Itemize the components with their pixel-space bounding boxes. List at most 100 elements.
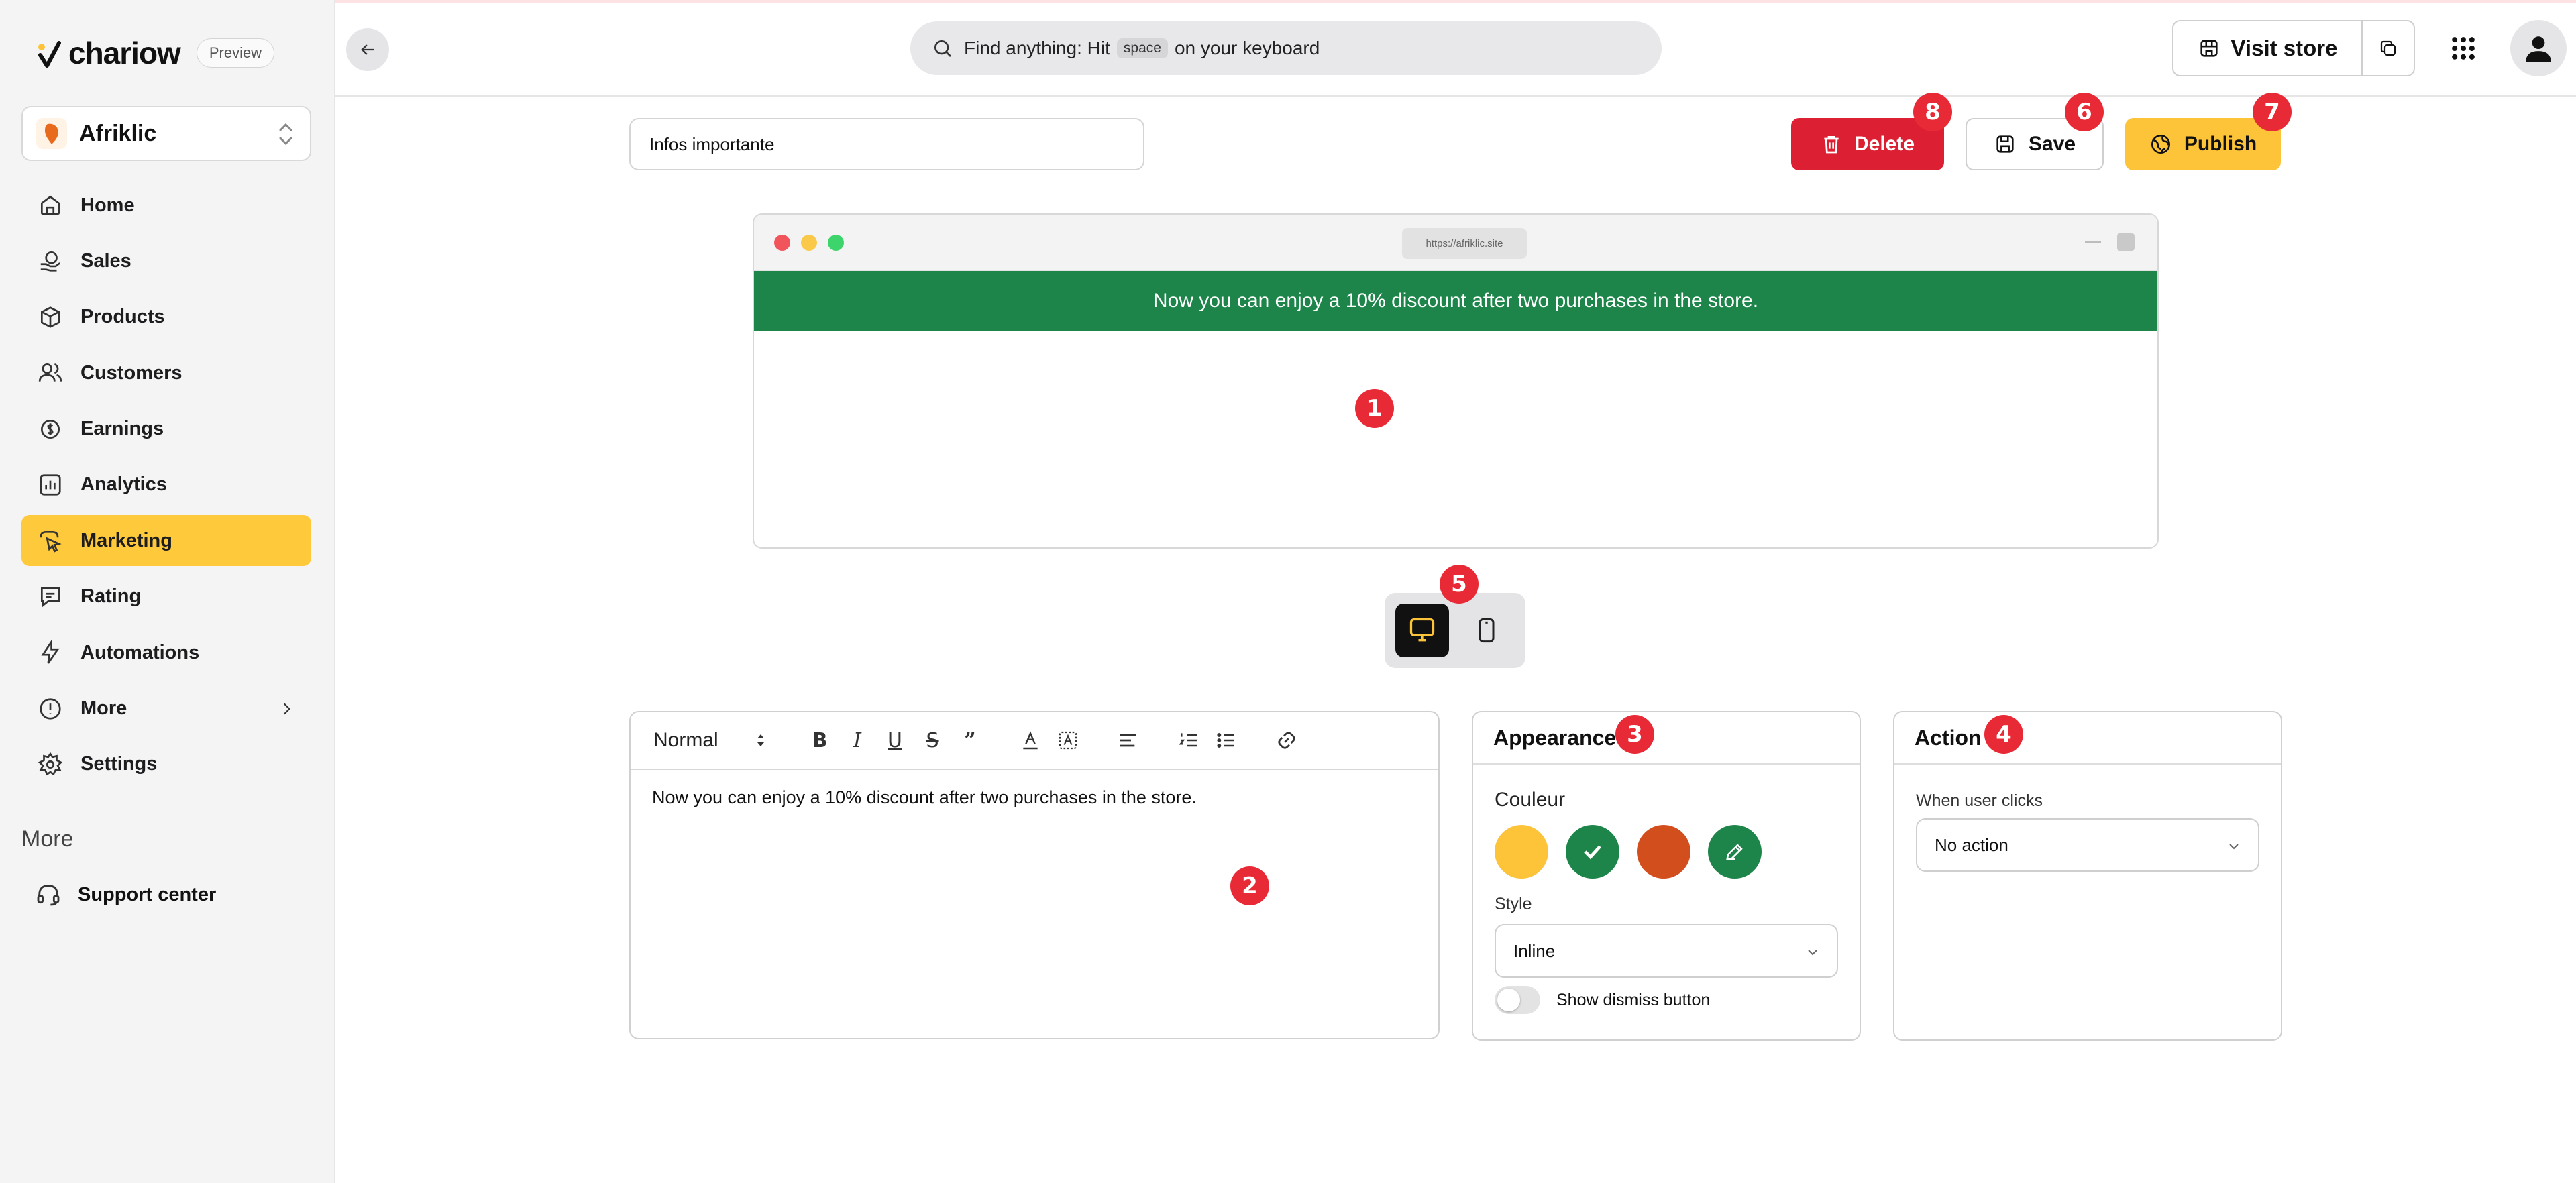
- preview-browser-bar: https://afriklic.site: [754, 215, 2157, 271]
- appearance-title: Appearance: [1473, 712, 1860, 765]
- desktop-icon: [1409, 618, 1435, 642]
- style-select[interactable]: Inline: [1495, 924, 1838, 978]
- chevron-down-icon: [2229, 844, 2239, 850]
- color-swatch-green-selected[interactable]: [1566, 825, 1619, 879]
- text-color-icon: [1023, 731, 1038, 750]
- sidebar-item-label: Home: [80, 194, 135, 216]
- brand-logo[interactable]: chariow Preview: [36, 35, 275, 71]
- lightning-icon: [41, 640, 60, 664]
- chevron-up-down-icon: [757, 734, 764, 746]
- sidebar-item-home[interactable]: Home: [21, 180, 311, 231]
- sidebar-item-label: Settings: [80, 753, 158, 775]
- search-bar[interactable]: Find anything: Hit space on your keyboar…: [910, 21, 1662, 75]
- search-prefix-text: Find anything: Hit: [964, 38, 1110, 58]
- style-select-value: Inline: [1513, 940, 1556, 961]
- dismiss-label: Show dismiss button: [1556, 990, 1711, 1009]
- link-icon: [1278, 732, 1295, 749]
- highlight-button[interactable]: [1052, 724, 1084, 756]
- store-switcher[interactable]: Afriklic: [21, 106, 311, 161]
- marker-4: 4: [1984, 715, 2023, 754]
- chevron-down-icon: [1808, 950, 1817, 956]
- back-button[interactable]: [346, 28, 389, 71]
- publish-label: Publish: [2184, 133, 2257, 155]
- preview-url: https://afriklic.site: [1402, 228, 1527, 259]
- users-icon: [38, 363, 62, 382]
- text-color-button[interactable]: [1014, 724, 1046, 756]
- support-label: Support center: [78, 883, 217, 905]
- bullet-list-icon: [1217, 733, 1234, 748]
- action-panel: Action When user clicks No action: [1893, 711, 2282, 1041]
- banner-title-input[interactable]: [629, 118, 1144, 170]
- custom-color-button[interactable]: [1708, 825, 1762, 879]
- copy-link-button[interactable]: [2363, 21, 2414, 75]
- sidebar-item-earnings[interactable]: Earnings: [21, 404, 311, 455]
- sidebar: chariow Preview Afriklic Home Sales Prod…: [0, 0, 335, 1183]
- sidebar-item-marketing[interactable]: Marketing: [21, 515, 311, 567]
- sidebar-item-customers[interactable]: Customers: [21, 347, 311, 398]
- home-icon: [40, 195, 60, 215]
- click-action-value: No action: [1935, 834, 2008, 855]
- dismiss-button-toggle[interactable]: [1495, 986, 1540, 1014]
- sidebar-item-more[interactable]: More: [21, 683, 311, 734]
- strikethrough-button[interactable]: S: [916, 724, 949, 756]
- earnings-icon: [40, 419, 60, 439]
- publish-button[interactable]: Publish: [2125, 118, 2281, 170]
- text-format-select[interactable]: Normal: [653, 729, 775, 752]
- sidebar-item-label: Products: [80, 306, 165, 328]
- marker-5: 5: [1440, 565, 1479, 604]
- visit-store-button[interactable]: Visit store: [2174, 21, 2363, 75]
- user-menu-button[interactable]: [2510, 20, 2567, 76]
- space-key-badge: space: [1116, 38, 1168, 58]
- sidebar-item-sales[interactable]: Sales: [21, 235, 311, 286]
- appearance-panel: Appearance Couleur Style Inline Show dis…: [1472, 711, 1861, 1041]
- bold-button[interactable]: B: [804, 724, 836, 756]
- bullet-list-button[interactable]: [1210, 724, 1242, 756]
- ordered-list-button[interactable]: [1173, 724, 1205, 756]
- window-maximize-icon: [2117, 233, 2135, 251]
- chevron-right-icon: [283, 703, 290, 714]
- align-button[interactable]: [1112, 724, 1144, 756]
- sidebar-item-label: Rating: [80, 585, 142, 608]
- user-icon: [2526, 36, 2551, 62]
- apps-grid-button[interactable]: [2449, 34, 2478, 63]
- check-icon: [1584, 845, 1601, 860]
- window-minimize-icon: [2085, 241, 2101, 243]
- link-button[interactable]: [1271, 724, 1303, 756]
- store-avatar: [36, 118, 67, 149]
- sidebar-item-products[interactable]: Products: [21, 292, 311, 343]
- editor-content[interactable]: Now you can enjoy a 10% discount after t…: [631, 770, 1438, 826]
- mobile-icon: [1479, 618, 1495, 643]
- align-left-icon: [1120, 734, 1136, 747]
- sidebar-item-support-center[interactable]: Support center: [21, 869, 216, 920]
- globe-icon: [2151, 134, 2170, 154]
- color-swatch-orange[interactable]: [1637, 825, 1690, 879]
- italic-button[interactable]: I: [841, 724, 873, 756]
- desktop-view-button[interactable]: [1395, 604, 1449, 657]
- mobile-view-button[interactable]: [1460, 604, 1513, 657]
- click-action-select[interactable]: No action: [1916, 818, 2259, 872]
- analytics-icon: [40, 474, 61, 496]
- store-name: Afriklic: [79, 120, 157, 146]
- box-icon: [40, 306, 60, 328]
- color-swatch-yellow[interactable]: [1495, 825, 1548, 879]
- sidebar-nav: Home Sales Products Customers Earnings A…: [21, 180, 311, 795]
- sidebar-item-rating[interactable]: Rating: [21, 571, 311, 622]
- color-label: Couleur: [1495, 789, 1566, 811]
- info-icon: [40, 697, 61, 720]
- arrow-left-icon: [361, 44, 374, 55]
- marketing-icon: [40, 531, 62, 553]
- banner-preview-window: https://afriklic.site Now you can enjoy …: [753, 213, 2159, 549]
- maximize-dot-icon: [828, 235, 844, 251]
- visit-store-group: Visit store: [2172, 20, 2415, 76]
- delete-label: Delete: [1854, 133, 1915, 155]
- search-suffix-text: on your keyboard: [1174, 38, 1320, 58]
- sales-icon: [40, 251, 61, 272]
- sidebar-item-settings[interactable]: Settings: [21, 739, 311, 790]
- quote-button[interactable]: ”: [954, 724, 986, 756]
- marker-2: 2: [1230, 866, 1269, 905]
- chat-icon: [40, 587, 60, 608]
- sidebar-item-automations[interactable]: Automations: [21, 627, 311, 678]
- pencil-icon: [1726, 844, 1743, 860]
- underline-button[interactable]: U: [879, 724, 911, 756]
- sidebar-item-analytics[interactable]: Analytics: [21, 459, 311, 510]
